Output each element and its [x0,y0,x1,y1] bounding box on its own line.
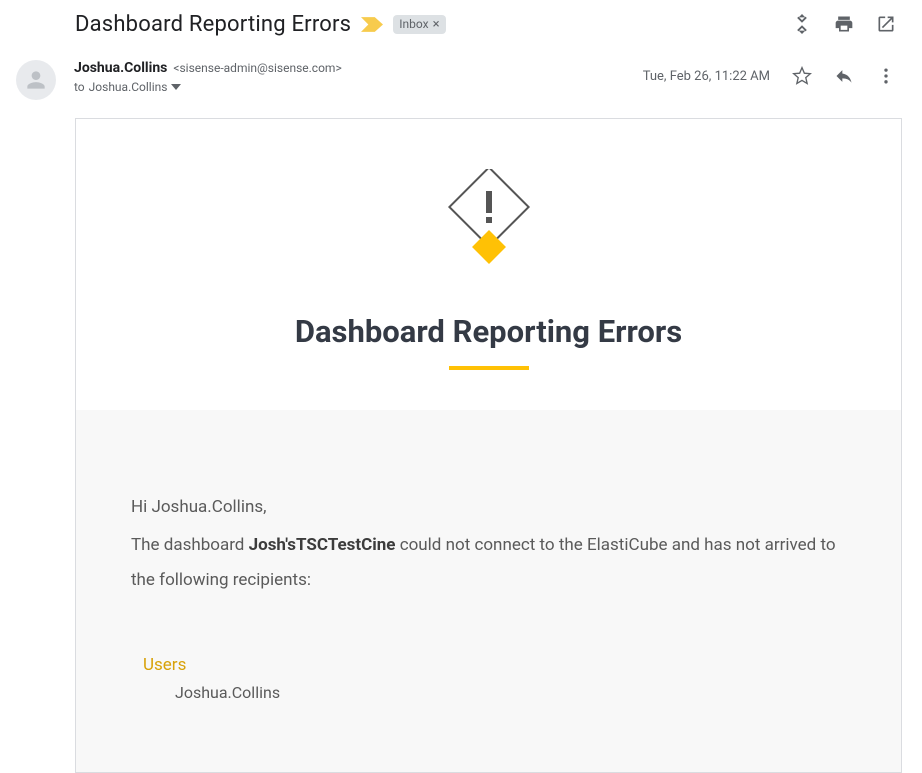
error-message: The dashboard Josh'sTSCTestCine could no… [131,528,846,599]
dashboard-name: Josh'sTSCTestCine [249,535,396,555]
email-body-wrapper: Dashboard Reporting Errors Hi Joshua.Col… [0,108,922,773]
open-new-window-icon[interactable] [870,8,902,40]
sender-name: Joshua.Collins [74,60,167,76]
message-actions: Tue, Feb 26, 11:22 AM [643,60,902,92]
recipient-line[interactable]: to Joshua.Collins [74,80,643,94]
timestamp: Tue, Feb 26, 11:22 AM [643,69,770,84]
email-hero-title: Dashboard Reporting Errors [106,313,871,350]
email-body: Dashboard Reporting Errors Hi Joshua.Col… [75,118,902,773]
inbox-label-chip[interactable]: Inbox × [393,15,445,34]
collapse-all-icon[interactable] [786,8,818,40]
subject-row: Dashboard Reporting Errors Inbox × [0,0,922,60]
message-header: Joshua.Collins <sisense-admin@sisense.co… [0,60,922,108]
users-heading: Users [143,655,846,675]
importance-marker-icon[interactable] [361,17,383,31]
reply-icon[interactable] [828,60,860,92]
to-recipient: Joshua.Collins [89,80,168,94]
to-prefix: to [74,80,85,94]
remove-label-icon[interactable]: × [433,17,440,32]
alert-diamond-icon [439,169,539,279]
more-icon[interactable] [870,60,902,92]
show-details-dropdown-icon[interactable] [171,82,181,92]
hero-underline [449,366,529,370]
star-icon[interactable] [786,60,818,92]
inbox-label-text: Inbox [399,17,428,31]
users-list: Joshua.Collins [131,683,846,702]
greeting: Hi Joshua.Collins, [131,490,846,526]
print-icon[interactable] [828,8,860,40]
sender-email: <sisense-admin@sisense.com> [173,61,341,75]
user-item: Joshua.Collins [175,683,846,702]
msg-before: The dashboard [131,535,249,555]
email-content: Hi Joshua.Collins, The dashboard Josh'sT… [76,410,901,772]
email-subject: Dashboard Reporting Errors [75,12,351,37]
email-hero: Dashboard Reporting Errors [76,119,901,410]
sender-avatar[interactable] [16,60,56,100]
sender-block: Joshua.Collins <sisense-admin@sisense.co… [74,60,643,94]
